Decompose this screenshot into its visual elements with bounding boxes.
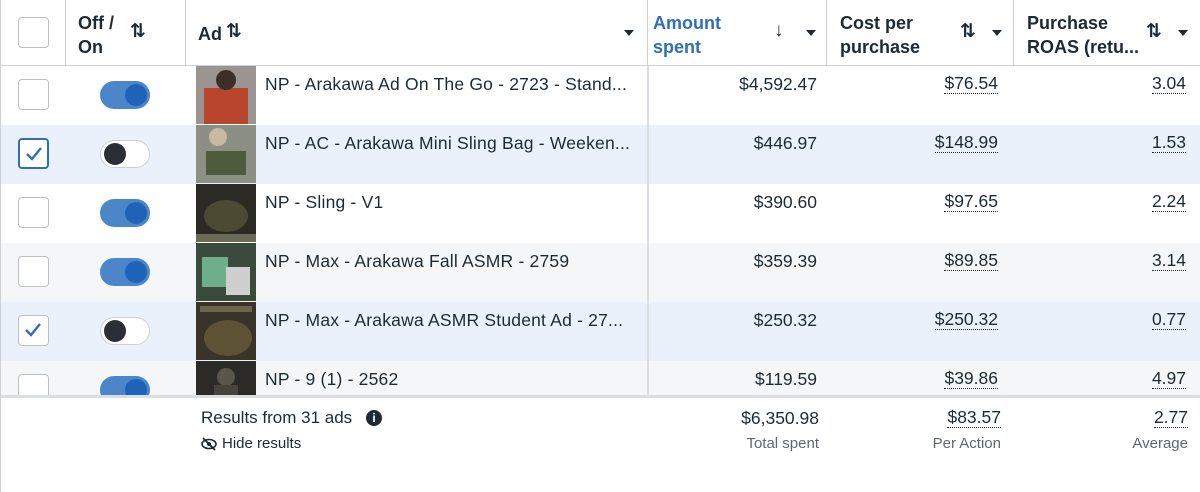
- ad-thumbnail: [196, 243, 256, 301]
- select-all-checkbox[interactable]: [18, 17, 49, 48]
- header-off-on-label-2: On: [78, 37, 103, 57]
- table-row[interactable]: NP - Max - Arakawa ASMR Student Ad - 27.…: [1, 302, 1200, 361]
- ad-name[interactable]: NP - Max - Arakawa ASMR Student Ad - 27.…: [265, 310, 635, 331]
- sort-icon[interactable]: ⇅: [226, 20, 242, 43]
- purchase-roas[interactable]: 3.04: [1151, 74, 1186, 94]
- row-checkbox[interactable]: [18, 138, 49, 169]
- ad-toggle[interactable]: [100, 258, 150, 286]
- cost-per-purchase[interactable]: $148.99: [934, 133, 998, 153]
- ad-thumbnail: [196, 184, 256, 242]
- header-off-on[interactable]: Off / On ⇅: [66, 0, 186, 66]
- amount-spent: $4,592.47: [739, 74, 817, 94]
- purchase-roas[interactable]: 3.14: [1151, 251, 1186, 271]
- hide-results-label: Hide results: [222, 435, 302, 452]
- average-label: Average: [1132, 435, 1188, 452]
- check-icon: [26, 147, 42, 161]
- table-header: Off / On ⇅ Ad ⇅ Amount spent ↓ Cost per …: [1, 0, 1200, 66]
- amount-spent: $359.39: [753, 251, 817, 271]
- table-row[interactable]: NP - 9 (1) - 2562 $119.59 $39.86 4.97: [1, 361, 1200, 395]
- ad-name[interactable]: NP - 9 (1) - 2562: [265, 369, 635, 390]
- ad-name[interactable]: NP - Sling - V1: [265, 192, 635, 213]
- total-amount-spent: $6,350.98: [741, 408, 819, 428]
- amount-spent: $390.60: [753, 192, 817, 212]
- purchase-roas[interactable]: 4.97: [1151, 369, 1186, 389]
- ad-thumbnail: [196, 125, 256, 183]
- cost-per-purchase[interactable]: $250.32: [934, 310, 998, 330]
- cost-per-purchase[interactable]: $97.65: [944, 192, 998, 212]
- ad-thumbnail: [196, 302, 256, 360]
- ad-name[interactable]: NP - Max - Arakawa Fall ASMR - 2759: [265, 251, 635, 272]
- sort-icon[interactable]: ⇅: [1146, 20, 1162, 43]
- table-row[interactable]: NP - AC - Arakawa Mini Sling Bag - Weeke…: [1, 125, 1200, 184]
- results-summary: Results from 31 ads i Hide results $6,35…: [1, 395, 1200, 492]
- table-row[interactable]: NP - Sling - V1 $390.60 $97.65 2.24: [1, 184, 1200, 243]
- header-cpp-label-2: purchase: [840, 37, 921, 57]
- row-checkbox[interactable]: [18, 374, 49, 395]
- per-action-label: Per Action: [932, 435, 1001, 452]
- ad-name[interactable]: NP - Arakawa Ad On The Go - 2723 - Stand…: [265, 74, 635, 95]
- row-checkbox[interactable]: [18, 197, 49, 228]
- amount-spent: $119.59: [755, 369, 817, 389]
- ad-toggle[interactable]: [100, 376, 150, 395]
- average-roas[interactable]: 2.77: [1153, 408, 1188, 428]
- row-checkbox[interactable]: [18, 79, 49, 110]
- check-icon: [25, 323, 41, 337]
- ad-toggle[interactable]: [100, 140, 150, 168]
- header-roas-label-2: ROAS (retu...: [1027, 37, 1140, 57]
- amount-spent: $250.32: [753, 310, 817, 330]
- chevron-down-icon[interactable]: [1178, 30, 1188, 36]
- purchase-roas[interactable]: 2.24: [1151, 192, 1186, 212]
- header-amount-spent[interactable]: Amount spent ↓: [648, 0, 827, 66]
- eye-slash-icon: [201, 437, 217, 451]
- header-purchase-roas[interactable]: Purchase ROAS (retu... ⇅: [1014, 0, 1200, 66]
- header-amount-label-2: spent: [653, 37, 702, 57]
- ad-toggle[interactable]: [100, 199, 150, 227]
- header-cost-per-purchase[interactable]: Cost per purchase ⇅: [827, 0, 1014, 66]
- purchase-roas[interactable]: 1.53: [1151, 133, 1186, 153]
- row-checkbox[interactable]: [18, 256, 49, 287]
- ad-thumbnail: [196, 66, 256, 124]
- info-icon[interactable]: i: [366, 410, 382, 426]
- amount-spent: $446.97: [753, 133, 817, 153]
- header-amount-label-1: Amount: [653, 13, 721, 33]
- table-row[interactable]: NP - Max - Arakawa Fall ASMR - 2759 $359…: [1, 243, 1200, 302]
- header-select-cell: [1, 0, 66, 66]
- total-spent-label: Total spent: [746, 435, 819, 452]
- ad-name[interactable]: NP - AC - Arakawa Mini Sling Bag - Weeke…: [265, 133, 635, 154]
- header-cpp-label-1: Cost per: [840, 13, 914, 33]
- chevron-down-icon[interactable]: [624, 30, 634, 36]
- row-checkbox[interactable]: [18, 315, 49, 346]
- cost-per-purchase[interactable]: $89.85: [944, 251, 998, 271]
- ad-toggle[interactable]: [100, 317, 150, 345]
- header-off-on-label-1: Off /: [78, 13, 114, 33]
- header-ad[interactable]: Ad ⇅: [186, 0, 648, 66]
- sort-icon[interactable]: ⇅: [960, 20, 976, 43]
- ads-table: Off / On ⇅ Ad ⇅ Amount spent ↓ Cost per …: [0, 0, 1200, 492]
- header-roas-label-1: Purchase: [1027, 13, 1109, 33]
- cost-per-purchase[interactable]: $39.86: [944, 369, 998, 389]
- header-ad-label: Ad: [198, 24, 222, 44]
- cost-per-purchase[interactable]: $76.54: [944, 74, 998, 94]
- sort-down-arrow-icon[interactable]: ↓: [774, 20, 784, 42]
- chevron-down-icon[interactable]: [992, 30, 1002, 36]
- results-count: Results from 31 ads: [201, 408, 353, 427]
- sort-icon[interactable]: ⇅: [130, 20, 146, 43]
- ad-toggle[interactable]: [100, 81, 150, 109]
- total-cost-per-purchase[interactable]: $83.57: [947, 408, 1001, 428]
- purchase-roas[interactable]: 0.77: [1151, 310, 1186, 330]
- table-row[interactable]: NP - Arakawa Ad On The Go - 2723 - Stand…: [1, 66, 1200, 125]
- ad-thumbnail: [196, 361, 256, 395]
- chevron-down-icon[interactable]: [806, 30, 816, 36]
